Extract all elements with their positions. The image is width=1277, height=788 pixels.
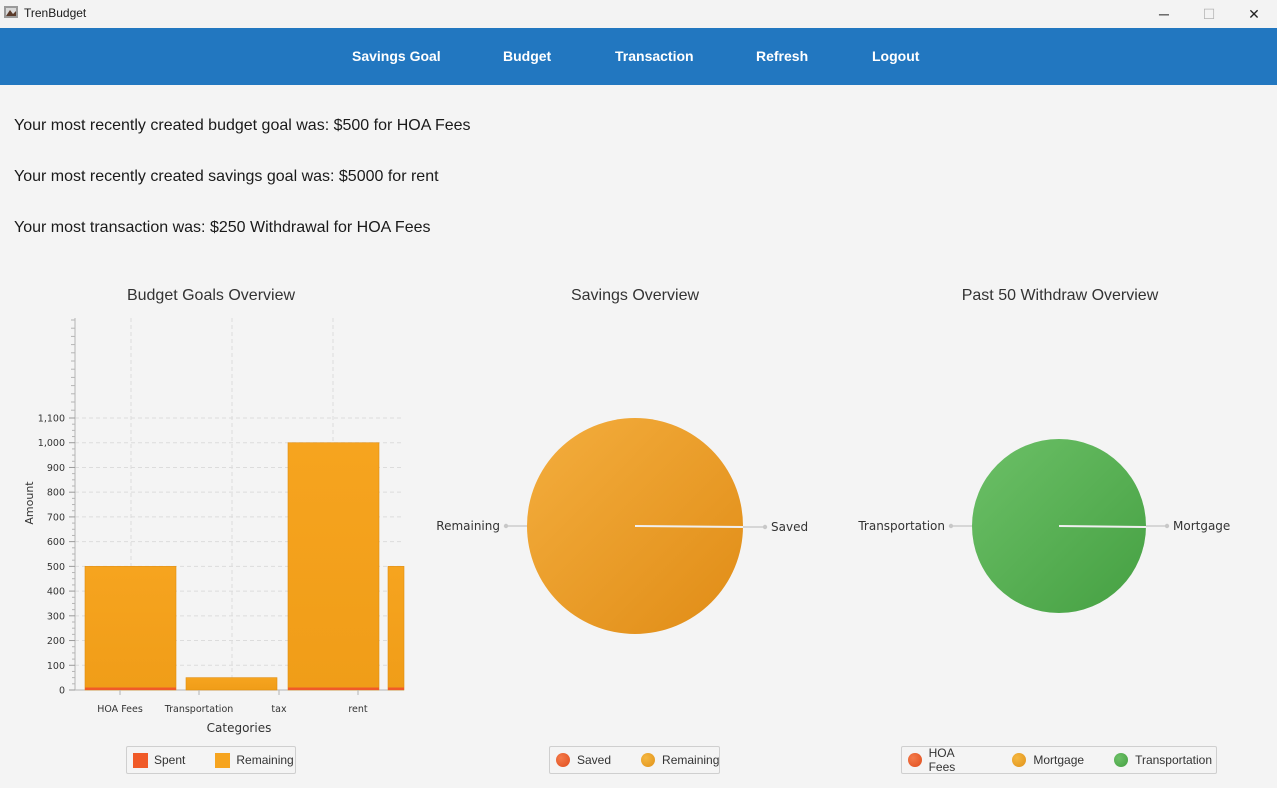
pie-label-dot — [762, 524, 768, 530]
budget-goals-bar-chart: 0 100 200 300 400 500 600 700 800 900 1,000 1,100 Am… — [23, 318, 405, 735]
legend-item-remaining: Remaining — [215, 752, 294, 768]
y-tick-label: 1,000 — [38, 438, 65, 449]
window-title-bar: TrenBudget ─ ☐ ✕ — [0, 0, 1277, 28]
legend-item-hoa-fees: HOA Fees — [908, 746, 982, 774]
y-tick-label: 1,100 — [38, 414, 65, 425]
hoa-fees-swatch — [908, 753, 922, 767]
nav-transaction[interactable]: Transaction — [615, 48, 694, 64]
pie-label: Mortgage — [1173, 519, 1230, 533]
savings-chart-title: Savings Overview — [570, 287, 700, 304]
pie-slice-boundary — [634, 525, 744, 528]
close-icon: ✕ — [1248, 5, 1260, 22]
budget-chart-title: Budget Goals Overview — [126, 287, 296, 304]
minimize-icon: ─ — [1159, 6, 1169, 22]
y-tick-label: 200 — [47, 636, 65, 647]
close-button[interactable]: ✕ — [1231, 0, 1277, 28]
recent-transaction-text: Your most transaction was: $250 Withdraw… — [14, 219, 431, 236]
app-icon — [4, 6, 18, 18]
nav-logout[interactable]: Logout — [872, 48, 919, 64]
maximize-icon: ☐ — [1202, 5, 1216, 22]
legend-item-saved: Saved — [556, 753, 611, 767]
remaining-swatch — [641, 753, 656, 767]
pie-slice-boundary — [1058, 525, 1147, 528]
recent-budget-goal-text: Your most recently created budget goal w… — [14, 117, 471, 134]
legend-item-mortgage: Mortgage — [1012, 753, 1084, 767]
saved-swatch — [556, 753, 570, 767]
budget-legend: Spent Remaining — [126, 746, 296, 774]
remaining-swatch — [215, 752, 231, 768]
window-title: TrenBudget — [24, 6, 87, 20]
legend-item-spent: Spent — [133, 752, 186, 768]
legend-label-mortgage: Mortgage — [1033, 753, 1085, 767]
savings-pie-chart: Saved Remaining — [436, 418, 808, 634]
pie-label: Remaining — [436, 519, 500, 533]
legend-label-transportation: Transportation — [1135, 753, 1212, 767]
y-tick-label: 400 — [47, 587, 65, 598]
minimize-button[interactable]: ─ — [1141, 0, 1187, 28]
bar-remaining — [84, 566, 177, 691]
nav-refresh[interactable]: Refresh — [756, 48, 808, 64]
bar-spent — [288, 687, 379, 690]
legend-item-transportation: Transportation — [1114, 753, 1212, 767]
y-tick-label: 300 — [47, 611, 65, 622]
y-tick-label: 0 — [59, 686, 65, 697]
legend-label-remaining: Remaining — [236, 753, 294, 767]
x-tick-label: tax — [271, 704, 287, 715]
spent-swatch — [133, 752, 148, 768]
withdraw-legend: HOA Fees Mortgage Transportation — [901, 746, 1217, 774]
bar-spent — [388, 687, 404, 690]
y-tick-label: 700 — [47, 512, 65, 523]
recent-savings-goal-text: Your most recently created savings goal … — [14, 168, 439, 185]
x-tick-label: HOA Fees — [97, 704, 143, 715]
pie-label-dot — [948, 523, 954, 529]
mortgage-swatch — [1012, 753, 1027, 767]
nav-savings-goal[interactable]: Savings Goal — [352, 48, 441, 64]
legend-item-remaining: Remaining — [641, 753, 719, 767]
nav-budget[interactable]: Budget — [503, 48, 551, 64]
x-tick-label: Transportation — [164, 704, 234, 715]
transportation-swatch — [1114, 753, 1129, 767]
bar-remaining — [387, 566, 405, 691]
x-tick-label: rent — [348, 704, 368, 715]
y-tick-label: 500 — [47, 562, 65, 573]
legend-label-hoa-fees: HOA Fees — [928, 746, 956, 774]
bar-remaining — [287, 442, 380, 691]
withdraw-pie-chart: Mortgage Transportation — [857, 439, 1230, 613]
nav-bar: Savings Goal Budget Transaction Refresh … — [0, 28, 1277, 85]
legend-label-spent: Spent — [154, 753, 186, 767]
y-tick-label: 600 — [47, 537, 65, 548]
legend-label-remaining: Remaining — [662, 753, 720, 767]
pie-label-dot — [503, 523, 509, 529]
x-axis-label: Categories — [207, 721, 272, 735]
y-tick-label: 900 — [47, 463, 65, 474]
pie-label-dot — [1164, 523, 1170, 529]
y-axis-label: Amount — [23, 481, 36, 525]
savings-legend: Saved Remaining — [549, 746, 720, 774]
maximize-button[interactable]: ☐ — [1186, 0, 1232, 28]
bar-spent — [85, 687, 176, 690]
pie-label: Saved — [771, 520, 808, 534]
pie-label: Transportation — [857, 519, 945, 533]
y-tick-label: 100 — [47, 661, 65, 672]
legend-label-saved: Saved — [577, 753, 612, 767]
withdraw-chart-title: Past 50 Withdraw Overview — [961, 287, 1159, 304]
bar-remaining — [185, 677, 278, 691]
y-tick-label: 800 — [47, 488, 65, 499]
